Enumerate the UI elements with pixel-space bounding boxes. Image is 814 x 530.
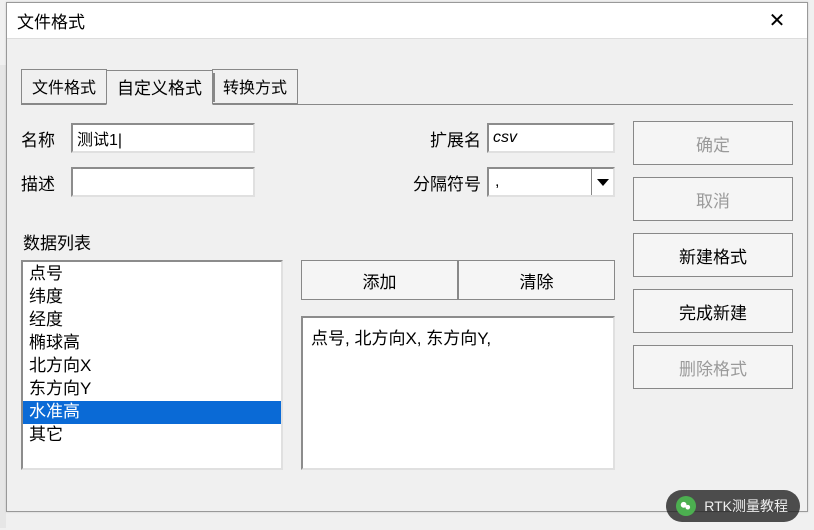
- dialog-window: 文件格式 ✕ 文件格式 自定义格式 转换方式 名称: [6, 2, 808, 512]
- watermark-text: RTK测量教程: [704, 496, 788, 516]
- tab-panel-custom-format: 名称 扩展名 描述: [21, 104, 793, 496]
- clear-button[interactable]: 清除: [458, 260, 615, 300]
- tab-custom-format[interactable]: 自定义格式: [106, 70, 213, 105]
- list-item[interactable]: 经度: [23, 309, 281, 332]
- list-item[interactable]: 纬度: [23, 286, 281, 309]
- list-item[interactable]: 点号: [23, 263, 281, 286]
- client-area: 文件格式 自定义格式 转换方式 名称: [7, 39, 807, 511]
- data-list-label: 数据列表: [23, 229, 615, 254]
- desc-input[interactable]: [71, 167, 255, 197]
- preview-text: 点号, 北方向X, 东方向Y,: [311, 329, 491, 348]
- cancel-button[interactable]: 取消: [633, 177, 793, 221]
- data-listbox[interactable]: 点号 纬度 经度 椭球高 北方向X 东方向Y 水准高 其它: [21, 260, 283, 470]
- tab-convert-mode[interactable]: 转换方式: [212, 69, 298, 104]
- close-button[interactable]: ✕: [757, 6, 797, 36]
- tab-strip: 文件格式 自定义格式 转换方式: [21, 69, 793, 104]
- preview-box: 点号, 北方向X, 东方向Y,: [301, 316, 615, 470]
- sep-label: 分隔符号: [397, 170, 487, 195]
- tab-file-format[interactable]: 文件格式: [21, 69, 107, 104]
- list-item[interactable]: 水准高: [23, 401, 281, 424]
- delete-format-button[interactable]: 删除格式: [633, 345, 793, 389]
- watermark: RTK测量教程: [666, 490, 800, 522]
- window-title: 文件格式: [17, 8, 85, 33]
- new-format-button[interactable]: 新建格式: [633, 233, 793, 277]
- combo-dropdown-button[interactable]: [591, 169, 613, 195]
- tab-label: 自定义格式: [117, 79, 202, 98]
- separator-value: ,: [495, 173, 499, 191]
- list-item[interactable]: 东方向Y: [23, 378, 281, 401]
- desc-label: 描述: [21, 170, 71, 195]
- list-item[interactable]: 北方向X: [23, 355, 281, 378]
- ext-input[interactable]: [487, 123, 615, 153]
- wechat-icon: [676, 496, 696, 516]
- ok-button[interactable]: 确定: [633, 121, 793, 165]
- side-buttons: 确定 取消 新建格式 完成新建 删除格式: [633, 121, 793, 470]
- separator-combobox[interactable]: ,: [487, 167, 615, 197]
- tab-label: 文件格式: [32, 80, 96, 97]
- list-item[interactable]: 其它: [23, 424, 281, 447]
- name-label: 名称: [21, 126, 71, 151]
- list-item[interactable]: 椭球高: [23, 332, 281, 355]
- ext-label: 扩展名: [417, 126, 487, 151]
- add-button[interactable]: 添加: [301, 260, 458, 300]
- finish-new-button[interactable]: 完成新建: [633, 289, 793, 333]
- close-icon: ✕: [769, 8, 786, 33]
- tab-label: 转换方式: [223, 80, 287, 97]
- name-input[interactable]: [71, 123, 255, 153]
- chevron-down-icon: [597, 179, 609, 186]
- titlebar: 文件格式 ✕: [7, 3, 807, 39]
